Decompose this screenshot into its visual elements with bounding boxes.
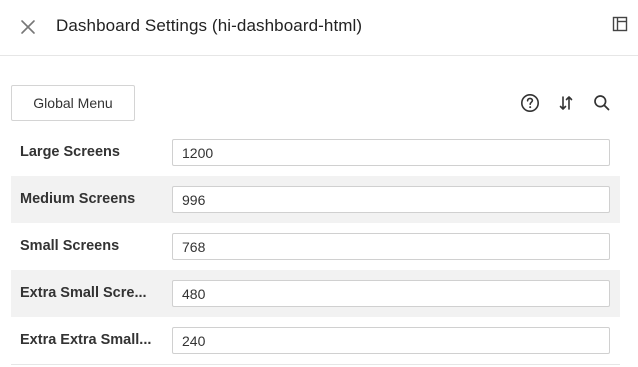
sort-icon [559,96,573,110]
close-icon [21,20,35,34]
help-icon [521,94,539,112]
settings-row-extra-extra-small-screens: Extra Extra Small... [11,317,620,364]
dashboard-settings-dialog: Dashboard Settings (hi-dashboard-html) G… [0,0,638,367]
row-label: Small Screens [20,238,120,254]
extra-extra-small-screens-input[interactable] [172,327,610,354]
row-label: Extra Small Scre... [20,285,147,301]
help-button[interactable] [519,92,541,114]
row-label: Large Screens [20,144,120,160]
settings-row-large-screens: Large Screens [11,129,620,176]
extra-small-screens-input[interactable] [172,280,610,307]
sort-button[interactable] [555,92,577,114]
dialog-header: Dashboard Settings (hi-dashboard-html) [0,0,638,56]
medium-screens-input[interactable] [172,186,610,213]
panel-layout-icon [612,16,628,32]
global-menu-button[interactable]: Global Menu [11,85,135,121]
row-label: Extra Extra Small... [20,332,152,348]
search-button[interactable] [591,92,613,114]
small-screens-input[interactable] [172,233,610,260]
panel-layout-button[interactable] [609,13,631,35]
settings-row-medium-screens: Medium Screens [11,176,620,223]
dialog-title: Dashboard Settings (hi-dashboard-html) [56,16,363,35]
row-label: Medium Screens [20,191,136,207]
search-icon [594,95,610,111]
large-screens-input[interactable] [172,139,610,166]
screen-settings-list: Large Screens Medium Screens Small Scree… [11,129,620,364]
settings-row-extra-small-screens: Extra Small Scre... [11,270,620,317]
close-button[interactable] [15,14,41,40]
settings-row-small-screens: Small Screens [11,223,620,270]
list-bottom-divider [11,364,620,365]
